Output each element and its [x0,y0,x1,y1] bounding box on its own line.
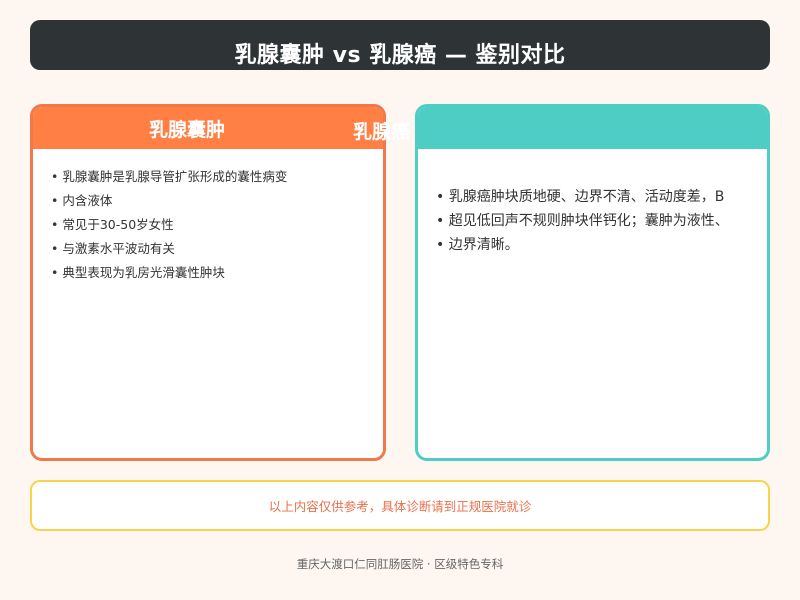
cancer-card: 乳腺癌肿块质地硬、边界不清、活动度差，B 超见低回声不规则肿块伴钙化；囊肿为液性… [415,104,770,461]
page-title: 乳腺囊肿 vs 乳腺癌 — 鉴别对比 [234,43,566,68]
cyst-list: 乳腺囊肿是乳腺导管扩张形成的囊性病变 内含液体 常见于30-50岁女性 与激素水… [51,165,383,285]
list-item: 内含液体 [51,189,383,213]
cancer-card-title-overflow: 乳腺癌 [353,121,411,143]
disclaimer-text: 以上内容仅供参考，具体诊断请到正规医院就诊 [268,499,532,514]
disclaimer-box: 以上内容仅供参考，具体诊断请到正规医院就诊 [30,480,770,531]
cyst-card-body: 乳腺囊肿是乳腺导管扩张形成的囊性病变 内含液体 常见于30-50岁女性 与激素水… [33,149,383,285]
cancer-card-header [418,107,767,149]
title-bar: 乳腺囊肿 vs 乳腺癌 — 鉴别对比 [30,20,770,70]
cancer-list: 乳腺癌肿块质地硬、边界不清、活动度差，B 超见低回声不规则肿块伴钙化；囊肿为液性… [436,165,767,257]
cyst-card-title: 乳腺囊肿 [149,118,226,141]
cancer-card-body: 乳腺癌肿块质地硬、边界不清、活动度差，B 超见低回声不规则肿块伴钙化；囊肿为液性… [418,149,767,257]
list-item: 乳腺囊肿是乳腺导管扩张形成的囊性病变 [51,165,383,189]
list-item: 边界清晰。 [436,233,766,257]
list-item: 与激素水平波动有关 [51,237,383,261]
footer-text: 重庆大渡口仁同肛肠医院 · 区级特色专科 [296,557,504,571]
list-item: 超见低回声不规则肿块伴钙化；囊肿为液性、 [436,209,766,233]
list-item: 典型表现为乳房光滑囊性肿块 [51,261,383,285]
cyst-card: 乳腺囊肿 乳腺癌 乳腺囊肿是乳腺导管扩张形成的囊性病变 内含液体 常见于30-5… [30,104,410,461]
list-item: 常见于30-50岁女性 [51,213,383,237]
cyst-card-header: 乳腺囊肿 乳腺癌 [33,107,410,149]
list-item: 乳腺癌肿块质地硬、边界不清、活动度差，B [436,185,766,209]
